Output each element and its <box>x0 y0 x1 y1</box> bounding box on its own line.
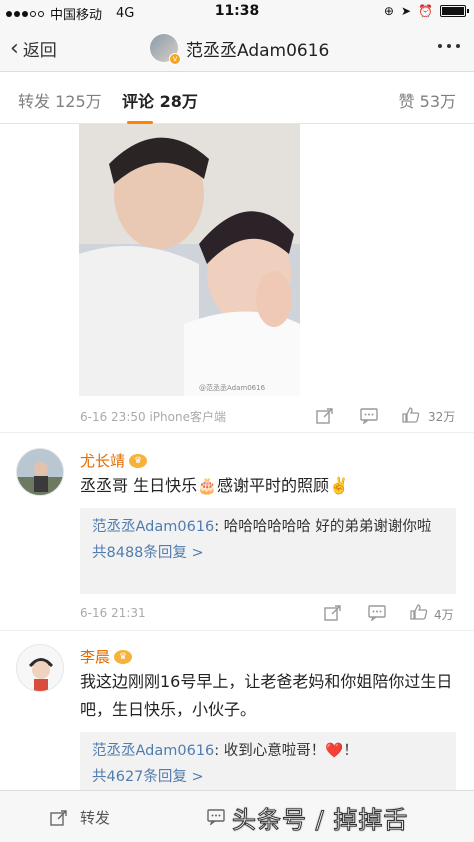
member-crown-icon: ♛ <box>129 453 148 468</box>
avatar: v <box>150 34 181 65</box>
comment-icon[interactable] <box>368 605 386 621</box>
post-photo[interactable]: @范丞丞Adam0616 <box>79 124 300 396</box>
repost-icon[interactable] <box>316 408 334 424</box>
reply-count-link[interactable]: 共4627条回复 > <box>92 764 444 790</box>
like-icon[interactable] <box>402 407 420 423</box>
divider <box>0 432 474 433</box>
chevron-left-icon: ‹ <box>10 35 19 61</box>
comment-time: 6-16 21:31 <box>80 606 146 620</box>
battery-icon <box>440 5 469 17</box>
verified-badge-icon: v <box>169 53 181 65</box>
avatar-illustration <box>17 449 63 495</box>
post-like-count: 32万 <box>428 410 456 424</box>
repost-icon[interactable] <box>324 605 342 621</box>
reply-text: : 哈哈哈哈哈哈 好的弟弟谢谢你啦 <box>214 519 432 535</box>
tab-likes[interactable]: 赞 53万 <box>399 88 456 112</box>
page-title: 范丞丞Adam0616 <box>186 40 330 61</box>
tab-repost[interactable]: 转发 125万 <box>18 88 102 112</box>
comment-author-name: 尤长靖 <box>80 452 126 470</box>
tab-bar: 转发 125万 评论 28万 赞 53万 <box>0 72 474 124</box>
reply-content: 范丞丞Adam0616: 收到心意啦哥！❤️！ <box>92 738 444 764</box>
comment-avatar[interactable] <box>16 448 64 496</box>
tab-comments[interactable]: 评论 28万 <box>122 88 198 112</box>
reply-box[interactable]: 范丞丞Adam0616: 哈哈哈哈哈哈 好的弟弟谢谢你啦 共8488条回复 > <box>80 508 456 594</box>
reply-content: 范丞丞Adam0616: 哈哈哈哈哈哈 好的弟弟谢谢你啦 <box>92 514 444 540</box>
comment-avatar[interactable] <box>16 644 64 692</box>
member-crown-icon: ♛ <box>114 649 133 664</box>
alarm-icon: ⏰ <box>418 4 433 18</box>
comment-like-count: 4万 <box>434 608 454 622</box>
repost-icon <box>50 809 67 826</box>
status-right: ⊕ ➤ ⏰ <box>383 4 469 18</box>
image-watermark: @范丞丞Adam0616 <box>199 383 266 392</box>
like-icon[interactable] <box>410 604 428 620</box>
photo-illustration: @范丞丞Adam0616 <box>79 124 300 396</box>
comment-author[interactable]: 李晨 ♛ <box>80 646 133 667</box>
reply-text: : 收到心意啦哥！❤️！ <box>214 743 358 759</box>
more-icon[interactable] <box>438 44 460 48</box>
comment-text: 我这边刚刚16号早上，让老爸老妈和你姐陪你过生日吧，生日快乐，小伙子。 <box>80 672 453 719</box>
comment-author-name: 李晨 <box>80 648 111 666</box>
repost-button[interactable]: 转发 <box>50 807 110 828</box>
repost-label: 转发 <box>80 809 111 827</box>
watermark-text: 头条号 / 掉掉舌 <box>231 806 409 835</box>
status-bar: 中国移动 4G 11:38 ⊕ ➤ ⏰ <box>0 0 474 24</box>
reply-count-link[interactable]: 共8488条回复 > <box>92 540 444 566</box>
post-time-source: 6-16 23:50 iPhone客户端 <box>80 410 226 424</box>
reply-author[interactable]: 范丞丞Adam0616 <box>92 743 214 759</box>
reply-box[interactable]: 范丞丞Adam0616: 收到心意啦哥！❤️！ 共4627条回复 > <box>80 732 456 790</box>
orientation-lock-icon: ⊕ <box>383 4 394 18</box>
back-button[interactable]: ‹ 返回 <box>10 36 57 61</box>
comment-icon[interactable] <box>360 408 378 424</box>
location-icon: ➤ <box>400 4 412 18</box>
comment-author[interactable]: 尤长靖 ♛ <box>80 450 148 471</box>
divider <box>0 630 474 631</box>
comment-icon[interactable] <box>207 809 225 825</box>
reply-author[interactable]: 范丞丞Adam0616 <box>92 519 214 535</box>
nav-bar: ‹ 返回 v 范丞丞Adam0616 <box>0 24 474 72</box>
avatar-illustration <box>17 645 63 691</box>
back-label: 返回 <box>22 41 57 61</box>
comment-text: 丞丞哥 生日快乐🎂感谢平时的照顾✌️ <box>80 476 349 495</box>
nav-profile[interactable]: v 范丞丞Adam0616 <box>150 34 330 65</box>
